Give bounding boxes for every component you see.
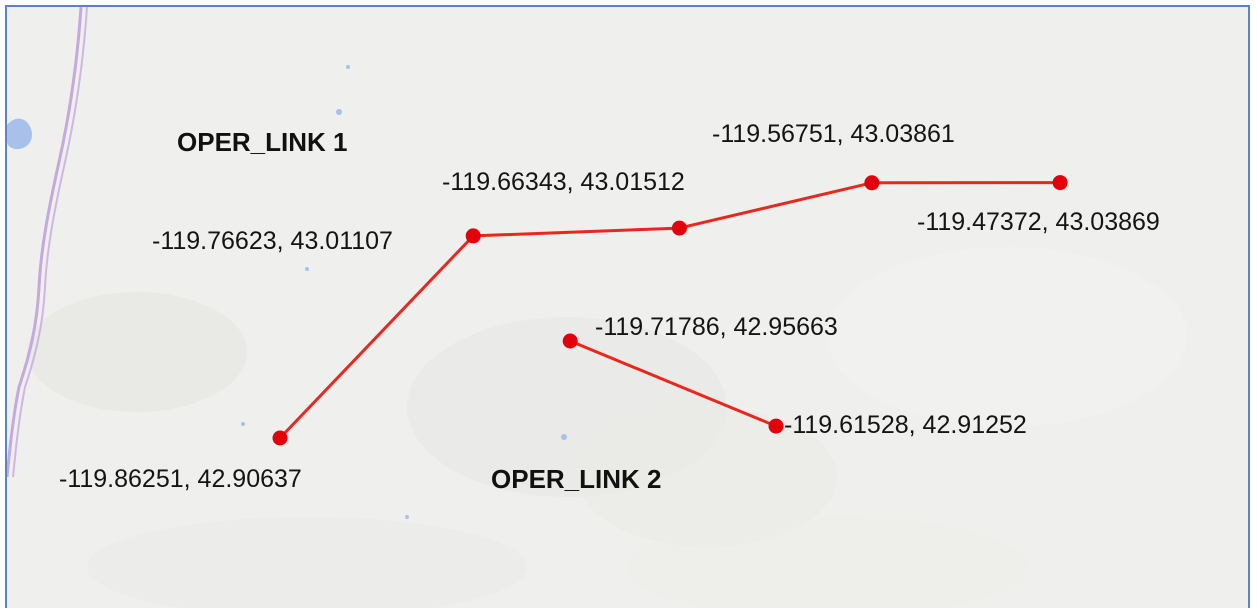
link-label-oper-link-1: OPER_LINK 1: [177, 127, 348, 157]
map-canvas[interactable]: OPER_LINK 1 OPER_LINK 2 -119.86251, 42.9…: [7, 7, 1250, 608]
coord-label: -119.86251, 42.90637: [59, 465, 302, 493]
pond-dot: [305, 267, 309, 271]
pond-dot: [405, 515, 409, 519]
route-node-marker[interactable]: [562, 333, 578, 349]
pond-dot: [346, 65, 350, 69]
pond-dot: [241, 422, 245, 426]
coord-label: -119.76623, 43.01107: [152, 227, 393, 255]
pond-dot: [336, 109, 342, 115]
route-node-marker[interactable]: [671, 220, 687, 236]
basemap-terrain: [7, 7, 1248, 608]
coord-label: -119.66343, 43.01512: [442, 168, 685, 196]
pond-dot: [561, 434, 567, 440]
link-label-oper-link-2: OPER_LINK 2: [491, 464, 662, 494]
coord-label: -119.61528, 42.91252: [784, 411, 1027, 439]
coord-label: -119.56751, 43.03861: [712, 120, 955, 148]
route-node-marker[interactable]: [1052, 175, 1068, 191]
route-node-marker[interactable]: [465, 228, 481, 244]
coord-label: -119.71786, 42.95663: [595, 313, 838, 341]
map-frame[interactable]: OPER_LINK 1 OPER_LINK 2 -119.86251, 42.9…: [5, 5, 1250, 608]
route-node-marker[interactable]: [768, 418, 784, 434]
route-node-marker[interactable]: [864, 175, 880, 191]
coord-label: -119.47372, 43.03869: [917, 208, 1160, 236]
route-node-marker[interactable]: [272, 430, 288, 446]
